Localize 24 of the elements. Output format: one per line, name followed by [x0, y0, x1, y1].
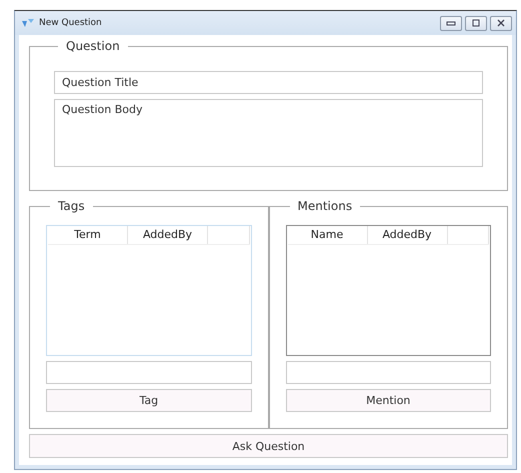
body-field[interactable]: Question Body — [54, 99, 483, 167]
app-icon — [21, 18, 35, 28]
close-button[interactable] — [490, 16, 512, 30]
group-label: Tags — [57, 199, 86, 213]
data-grid[interactable]: Name AddedBy — [286, 225, 491, 356]
close-icon — [496, 19, 506, 27]
group-label: Question — [65, 39, 121, 53]
group-label: Mentions — [296, 199, 354, 213]
add-button[interactable]: Mention — [286, 389, 491, 412]
column-header[interactable]: Term — [48, 226, 128, 244]
maximize-icon — [471, 19, 481, 27]
column-header[interactable]: AddedBy — [368, 226, 448, 244]
minimize-icon — [446, 20, 456, 26]
submit-button[interactable]: Ask Question — [29, 434, 508, 458]
data-grid[interactable]: Term AddedBy — [46, 225, 252, 356]
text-field[interactable] — [46, 361, 252, 384]
window-title: New Question — [39, 18, 102, 28]
add-button[interactable]: Tag — [46, 389, 252, 412]
minimize-button[interactable] — [440, 16, 462, 30]
column-header[interactable]: Name — [288, 226, 368, 244]
text-field[interactable] — [286, 361, 491, 384]
title-field[interactable]: Question Title — [54, 71, 483, 94]
column-header[interactable]: AddedBy — [128, 226, 208, 244]
maximize-button[interactable] — [465, 16, 487, 30]
